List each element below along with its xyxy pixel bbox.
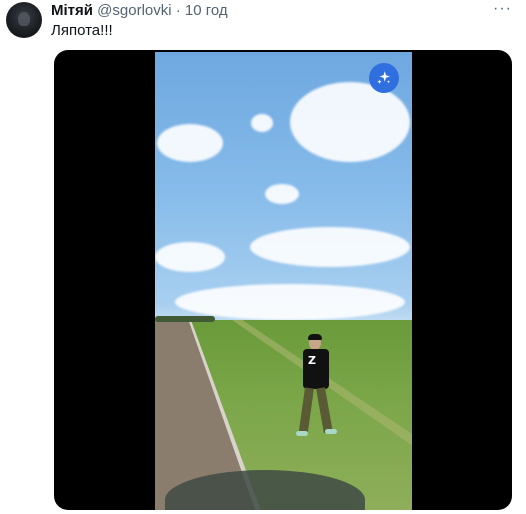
cloud [250, 227, 410, 267]
person-cap [308, 334, 322, 340]
tweet: Мітяй @sgorlovki · 10 год ··· Ляпота!!! … [0, 0, 526, 514]
cloud [251, 114, 273, 132]
tweet-text: Ляпота!!! [51, 22, 113, 39]
avatar[interactable] [6, 2, 42, 38]
avatar-image [18, 12, 30, 26]
sparkle-glyph [377, 71, 390, 84]
person-shirt [303, 349, 329, 389]
tweet-header: Мітяй @sgorlovki · 10 год [51, 2, 228, 20]
author-name[interactable]: Мітяй [51, 2, 93, 19]
tweet-time[interactable]: 10 год [185, 2, 228, 19]
cloud [290, 82, 410, 162]
more-options-icon[interactable]: ··· [493, 0, 512, 18]
treeline [155, 316, 215, 322]
person: Z [295, 334, 345, 456]
cloud [157, 124, 223, 162]
cloud [175, 284, 405, 320]
shirt-z-mark: Z [308, 354, 316, 367]
separator: · [175, 2, 181, 19]
media-container[interactable]: Z [54, 50, 512, 510]
person-shoe-left [296, 431, 308, 436]
author-handle[interactable]: @sgorlovki [97, 2, 171, 19]
cloud [155, 242, 225, 272]
person-leg-right [316, 387, 333, 434]
person-leg-left [298, 387, 314, 434]
video-frame[interactable]: Z [155, 52, 412, 510]
cloud [265, 184, 299, 204]
person-shoe-right [325, 429, 337, 434]
sparkle-icon[interactable] [369, 63, 399, 93]
